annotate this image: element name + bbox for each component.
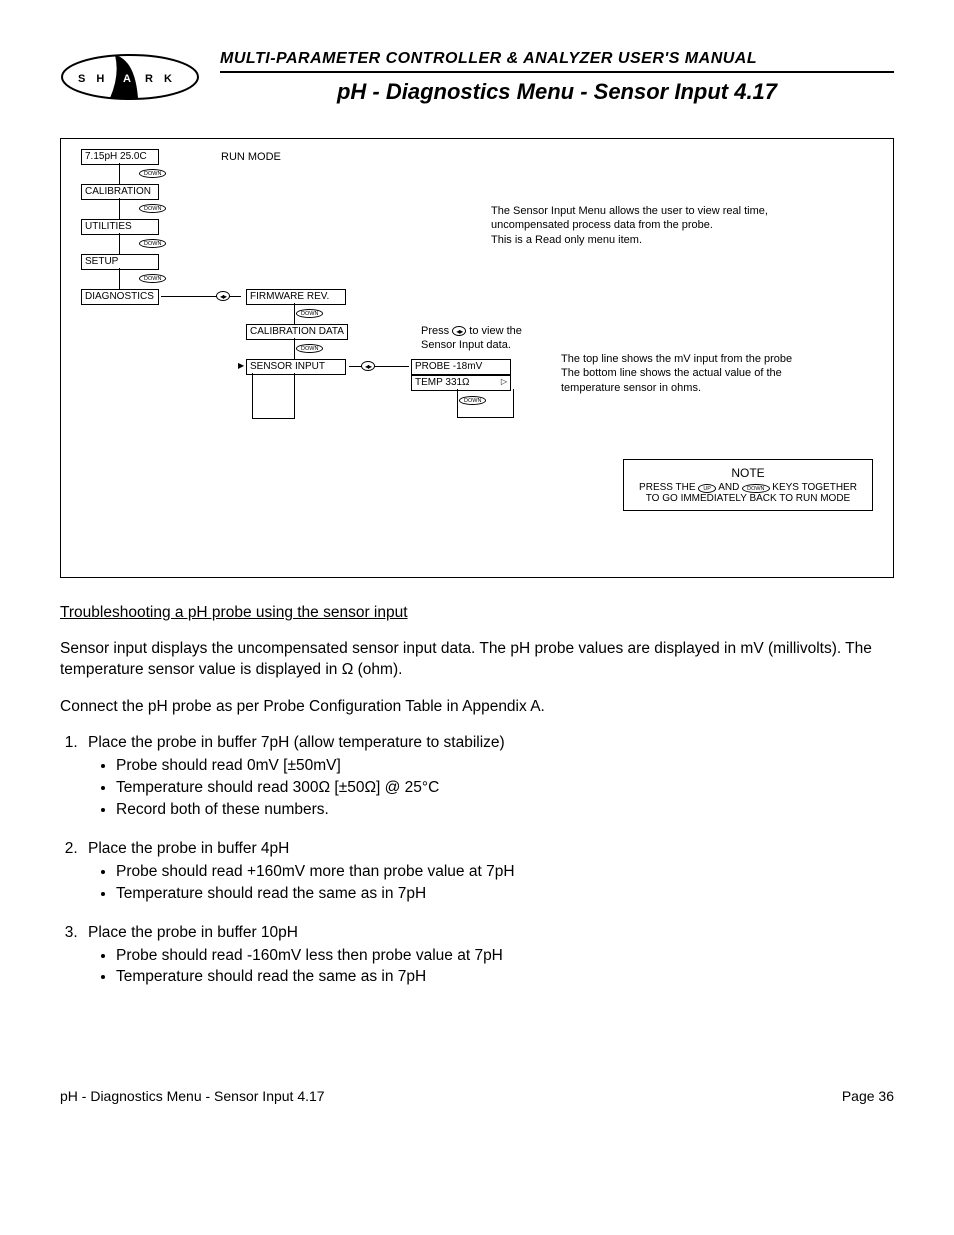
diagram-desc-1: The Sensor Input Menu allows the user to… — [491, 204, 821, 247]
lcd-temp: TEMP 331Ω ▷ — [411, 375, 511, 391]
down-icon: DOWN — [459, 396, 486, 405]
run-mode-label: RUN MODE — [221, 151, 281, 163]
footer-right: Page 36 — [842, 1088, 894, 1104]
list-item: Record both of these numbers. — [116, 800, 894, 821]
list-item: Temperature should read 300Ω [±50Ω] @ 25… — [116, 778, 894, 799]
svg-text:R K: R K — [145, 73, 176, 85]
footer-left: pH - Diagnostics Menu - Sensor Input 4.1… — [60, 1088, 325, 1104]
chevron-right-icon: ▶ — [238, 361, 244, 370]
lcd-probe: PROBE -18mV — [411, 359, 511, 375]
body-content: Troubleshooting a pH probe using the sen… — [60, 603, 894, 988]
down-icon: DOWN — [296, 344, 323, 353]
lcd-calibration: CALIBRATION — [81, 184, 159, 200]
lcd-diagnostics: DIAGNOSTICS — [81, 289, 159, 305]
lcd-reading: 7.15pH 25.0C — [81, 149, 159, 165]
menu-flow-diagram: 7.15pH 25.0C RUN MODE DOWN CALIBRATION D… — [60, 138, 894, 578]
list-item: Probe should read 0mV [±50mV] — [116, 756, 894, 777]
page-footer: pH - Diagnostics Menu - Sensor Input 4.1… — [60, 1088, 894, 1104]
steps-list: Place the probe in buffer 7pH (allow tem… — [60, 733, 894, 988]
troubleshooting-heading: Troubleshooting a pH probe using the sen… — [60, 604, 408, 621]
page-title: pH - Diagnostics Menu - Sensor Input 4.1… — [220, 79, 894, 105]
page-header: S H A R K MULTI-PARAMETER CONTROLLER & A… — [60, 50, 894, 108]
list-item: Probe should read +160mV more than probe… — [116, 862, 894, 883]
chevron-right-icon: ▷ — [501, 377, 507, 387]
svg-text:A: A — [123, 73, 131, 85]
lcd-setup: SETUP — [81, 254, 159, 270]
up-icon: UP — [698, 484, 716, 493]
note-box: NOTE PRESS THE UP AND DOWN KEYS TOGETHER… — [623, 459, 873, 511]
list-item: Temperature should read the same as in 7… — [116, 967, 894, 988]
list-item: Temperature should read the same as in 7… — [116, 884, 894, 905]
list-item: Probe should read -160mV less then probe… — [116, 946, 894, 967]
down-icon: DOWN — [139, 169, 166, 178]
note-title: NOTE — [632, 466, 864, 480]
left-right-icon: ◂▸ — [216, 291, 230, 301]
left-right-icon: ◂▸ — [452, 326, 466, 336]
shark-logo: S H A R K — [60, 50, 200, 108]
diagram-press-instruction: Press ◂▸ to view the Sensor Input data. — [421, 324, 551, 353]
down-icon: DOWN — [139, 204, 166, 213]
manual-title: MULTI-PARAMETER CONTROLLER & ANALYZER US… — [220, 50, 894, 73]
lcd-utilities: UTILITIES — [81, 219, 159, 235]
lcd-firmware: FIRMWARE REV. — [246, 289, 346, 305]
down-icon: DOWN — [139, 274, 166, 283]
body-paragraph-2: Connect the pH probe as per Probe Config… — [60, 697, 894, 718]
down-icon: DOWN — [742, 484, 769, 493]
step-2: Place the probe in buffer 4pH Probe shou… — [82, 839, 894, 905]
down-icon: DOWN — [296, 309, 323, 318]
step-1: Place the probe in buffer 7pH (allow tem… — [82, 733, 894, 821]
step-3: Place the probe in buffer 10pH Probe sho… — [82, 923, 894, 989]
diagram-desc-2: The top line shows the mV input from the… — [561, 352, 831, 395]
body-paragraph-1: Sensor input displays the uncompensated … — [60, 639, 894, 681]
lcd-caldata: CALIBRATION DATA — [246, 324, 348, 340]
lcd-sensor-input: SENSOR INPUT — [246, 359, 346, 375]
left-right-icon: ◂▸ — [361, 361, 375, 371]
down-icon: DOWN — [139, 239, 166, 248]
svg-text:S H: S H — [78, 73, 108, 85]
